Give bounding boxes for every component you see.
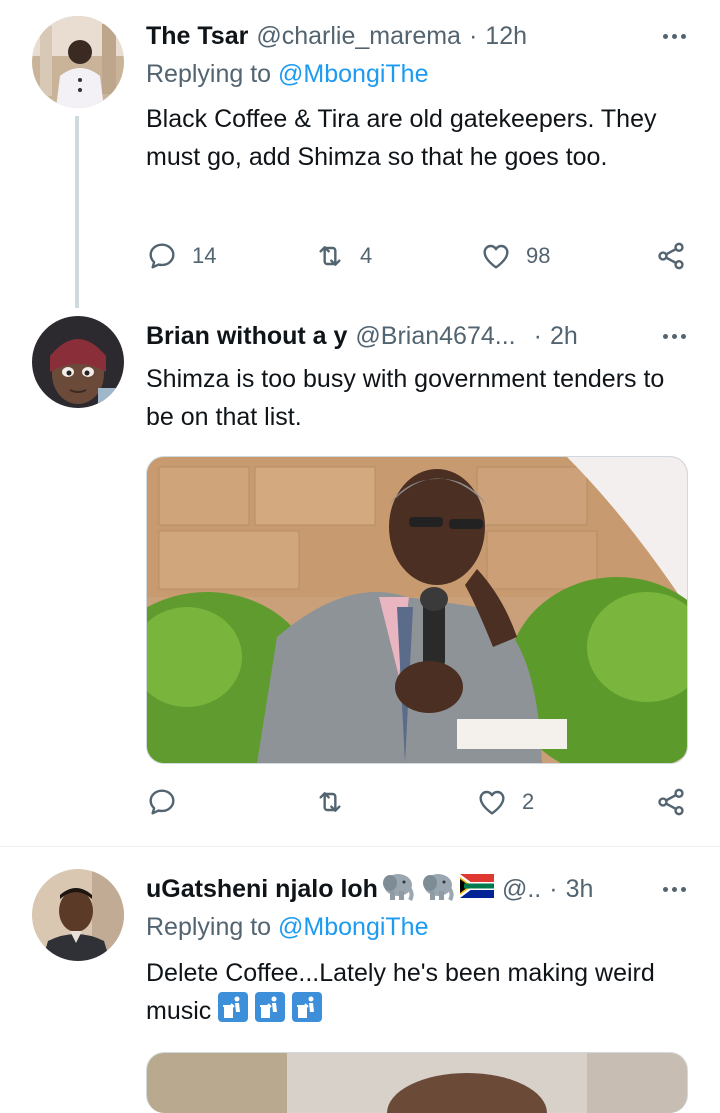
photo-image — [147, 457, 687, 763]
tweet-header: The Tsar @charlie_marema · 12h — [146, 16, 527, 56]
share-icon — [658, 788, 684, 816]
tweet-2[interactable]: Brian without a y @Brian4674... · 2h Shi… — [0, 310, 720, 845]
more-icon[interactable] — [663, 316, 686, 356]
replying-to: Replying to @MbongiThe — [146, 913, 428, 942]
retweet-button[interactable] — [314, 782, 360, 822]
litter-in-bin-emoji — [255, 992, 286, 1033]
more-icon[interactable] — [663, 16, 686, 56]
tweet-header: Brian without a y @Brian4674... · 2h — [146, 316, 578, 356]
separator-dot: · — [533, 321, 542, 350]
more-icon[interactable] — [663, 869, 686, 909]
tweet-1[interactable]: The Tsar @charlie_marema · 12h Replying … — [0, 0, 720, 310]
reply-button[interactable] — [146, 782, 192, 822]
heart-icon — [483, 244, 509, 269]
heart-icon — [479, 790, 505, 815]
south-africa-flag-emoji — [459, 873, 494, 905]
tweet-text: Black Coffee & Tira are old gatekeepers.… — [146, 105, 657, 171]
timestamp[interactable]: 12h — [485, 22, 527, 51]
avatar[interactable] — [32, 869, 124, 961]
retweet-icon — [319, 792, 341, 812]
timestamp[interactable]: 3h — [566, 875, 594, 904]
tweet-actions: 14 4 98 — [146, 236, 691, 276]
reply-count: 14 — [192, 243, 217, 268]
thread-line — [75, 116, 79, 308]
share-button[interactable] — [655, 782, 687, 822]
elephant-emoji — [420, 871, 456, 908]
reply-icon — [149, 243, 175, 269]
retweet-button[interactable]: 4 — [314, 236, 372, 276]
avatar[interactable] — [32, 316, 124, 408]
litter-in-bin-emoji — [292, 992, 323, 1033]
timestamp[interactable]: 2h — [550, 322, 578, 351]
share-button[interactable] — [655, 236, 687, 276]
retweet-count: 4 — [360, 243, 373, 268]
reply-icon — [149, 789, 175, 815]
user-handle[interactable]: @Brian4674... — [355, 322, 515, 351]
tweet-text-container: Delete Coffee...Lately he's been making … — [146, 954, 686, 1033]
tweet-text: Shimza is too busy with government tende… — [146, 365, 665, 431]
tweet-actions: 2 — [146, 782, 691, 822]
separator-dot: · — [468, 21, 478, 50]
separator-dot: · — [549, 874, 558, 903]
share-icon — [658, 242, 684, 270]
user-handle[interactable]: @.. — [502, 875, 541, 904]
user-handle[interactable]: @charlie_marema — [256, 22, 461, 51]
display-name[interactable]: The Tsar — [146, 22, 248, 51]
tweet-3[interactable]: uGatsheni njalo loh @.. · 3h Replying to… — [0, 847, 720, 1113]
photo-image — [147, 1053, 687, 1113]
tweet-header: uGatsheni njalo loh @.. · 3h — [146, 869, 593, 909]
display-name[interactable]: Brian without a y — [146, 322, 347, 351]
retweet-icon — [319, 246, 341, 266]
like-button[interactable]: 2 — [476, 782, 534, 822]
elephant-emoji — [380, 871, 416, 908]
litter-in-bin-emoji — [218, 992, 249, 1033]
display-name[interactable]: uGatsheni njalo loh — [146, 875, 378, 904]
like-button[interactable]: 98 — [480, 236, 550, 276]
replying-to: Replying to @MbongiThe — [146, 60, 428, 89]
tweet-photo[interactable] — [146, 456, 688, 764]
mention-link[interactable]: @MbongiThe — [278, 913, 428, 941]
like-count: 98 — [526, 243, 551, 268]
reply-button[interactable]: 14 — [146, 236, 216, 276]
like-count: 2 — [522, 789, 535, 814]
avatar[interactable] — [32, 16, 124, 108]
replying-prefix: Replying to — [146, 913, 272, 941]
mention-link[interactable]: @MbongiThe — [278, 60, 428, 88]
replying-prefix: Replying to — [146, 60, 272, 88]
